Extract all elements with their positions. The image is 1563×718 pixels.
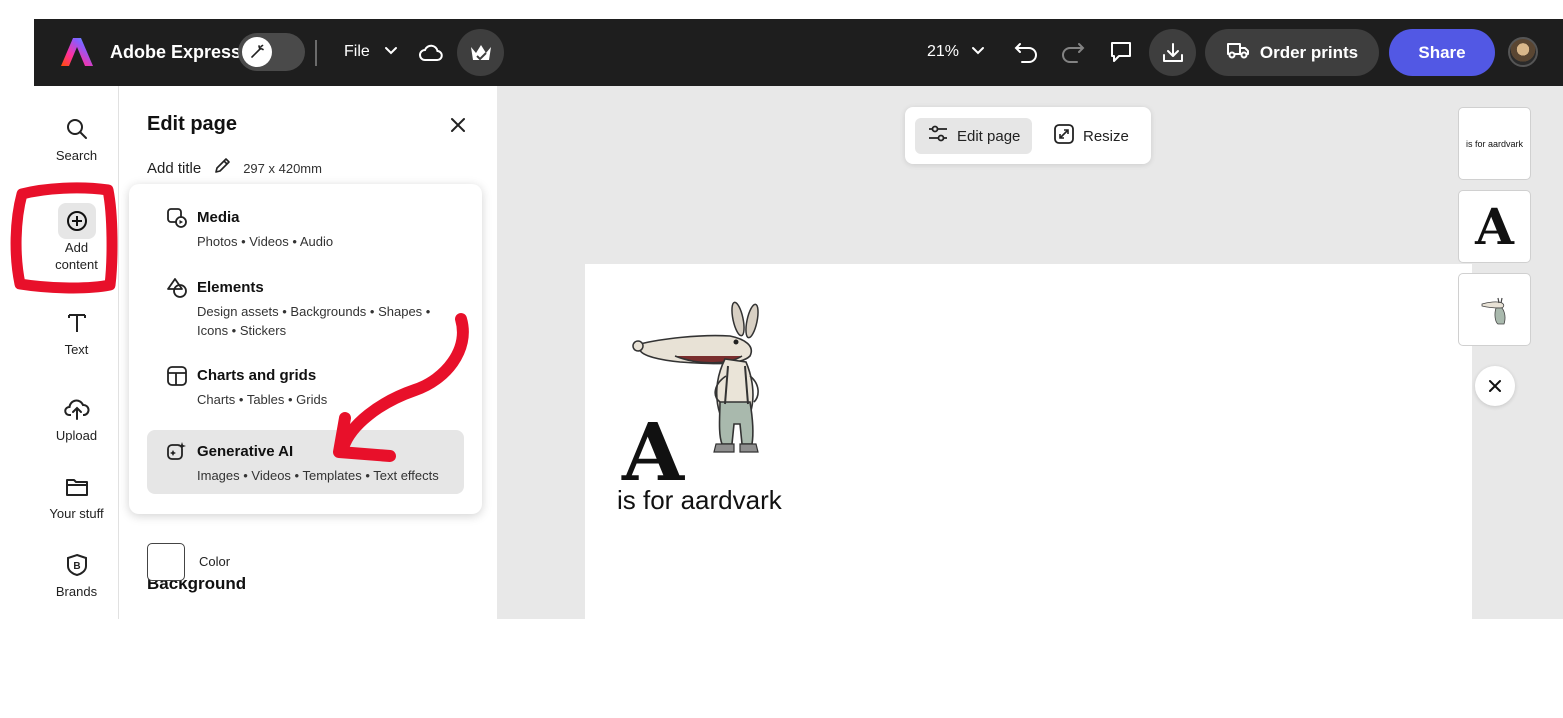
page-toolbar: Edit page Resize xyxy=(905,107,1151,164)
rail-item-text[interactable]: Text xyxy=(34,305,119,358)
close-icon[interactable] xyxy=(1475,366,1515,406)
undo-icon[interactable] xyxy=(1012,38,1040,66)
add-content-menu: Media Photos • Videos • Audio Elements D… xyxy=(129,184,482,514)
order-prints-label: Order prints xyxy=(1259,42,1359,62)
rail-label: Upload xyxy=(55,428,98,443)
resize-label: Resize xyxy=(1083,127,1129,145)
share-button[interactable]: Share xyxy=(1389,29,1495,76)
svg-text:B: B xyxy=(73,561,80,572)
grid-icon xyxy=(165,364,189,388)
edit-page-label: Edit page xyxy=(957,127,1021,145)
panel-title: Edit page xyxy=(147,113,238,135)
background-color-swatch[interactable] xyxy=(147,543,185,581)
menu-item-title: Charts and grids xyxy=(197,367,317,384)
chevron-down-icon xyxy=(384,43,398,61)
menu-item-charts-and-grids[interactable]: Charts and grids Charts • Tables • Grids xyxy=(147,354,464,416)
magic-toggle[interactable] xyxy=(238,33,305,71)
thumbnail-letter: A xyxy=(1475,196,1514,256)
edit-page-button[interactable]: Edit page xyxy=(915,118,1033,154)
rail-label: Your stuff xyxy=(49,506,104,521)
download-icon[interactable] xyxy=(1149,29,1196,76)
layer-thumbnail-text[interactable]: is for aardvark xyxy=(1458,107,1531,180)
media-icon xyxy=(165,206,189,230)
pencil-icon[interactable] xyxy=(213,157,231,179)
chevron-down-icon xyxy=(971,43,985,61)
menu-item-subtitle: Images • Videos • Templates • Text effec… xyxy=(197,468,439,483)
thumbnail-text: is for aardvark xyxy=(1465,138,1524,149)
menu-item-elements[interactable]: Elements Design assets • Backgrounds • S… xyxy=(147,266,464,348)
zoom-level: 21% xyxy=(927,43,960,60)
menu-item-title: Generative AI xyxy=(197,443,294,460)
truck-icon xyxy=(1226,40,1250,65)
rail-item-brands[interactable]: B Brands xyxy=(34,547,119,600)
sparkle-icon xyxy=(165,440,189,464)
folder-icon xyxy=(58,469,96,505)
layer-thumbnail-letter[interactable]: A xyxy=(1458,190,1531,263)
search-icon xyxy=(58,111,96,147)
file-menu[interactable]: File xyxy=(344,41,398,63)
color-label: Color xyxy=(199,554,231,569)
order-prints-button[interactable]: Order prints xyxy=(1205,29,1379,76)
zoom-menu[interactable]: 21% xyxy=(927,41,985,63)
resize-icon xyxy=(1053,123,1075,149)
elements-icon xyxy=(165,276,189,300)
add-title-link[interactable]: Add title xyxy=(147,160,201,177)
comment-icon[interactable] xyxy=(1106,37,1136,67)
redo-icon[interactable] xyxy=(1059,38,1087,66)
rail-label: Add content xyxy=(55,240,98,272)
rail-item-upload[interactable]: Upload xyxy=(34,391,119,444)
rail-item-add-content[interactable]: Add content xyxy=(34,203,119,273)
app-window: Adobe Express File 21% Order prints Shar… xyxy=(34,19,1563,619)
rail-label: Search xyxy=(55,148,98,163)
adobe-express-logo[interactable] xyxy=(60,36,94,68)
left-rail: Search Add content Text Upload Your stuf… xyxy=(34,86,119,619)
top-bar: Adobe Express File 21% Order prints Shar… xyxy=(34,19,1563,86)
menu-item-title: Elements xyxy=(197,279,264,296)
rail-item-your-stuff[interactable]: Your stuff xyxy=(34,469,119,522)
layer-thumbnail-image[interactable] xyxy=(1458,273,1531,346)
menu-item-subtitle: Design assets • Backgrounds • Shapes • I… xyxy=(197,304,431,338)
plus-circle-icon xyxy=(57,203,96,239)
design-page[interactable]: A is for aardvark xyxy=(585,264,1472,619)
file-label: File xyxy=(344,43,370,60)
menu-item-media[interactable]: Media Photos • Videos • Audio xyxy=(147,196,464,258)
page-caption[interactable]: is for aardvark xyxy=(617,485,782,516)
sliders-icon xyxy=(927,124,949,148)
menu-item-generative-ai[interactable]: Generative AI Images • Videos • Template… xyxy=(147,430,464,494)
aardvark-thumbnail-icon xyxy=(1481,297,1505,324)
avatar[interactable] xyxy=(1508,37,1538,67)
upload-cloud-icon xyxy=(58,391,96,427)
rail-item-search[interactable]: Search xyxy=(34,111,119,164)
rail-label: Brands xyxy=(55,584,98,599)
resize-button[interactable]: Resize xyxy=(1041,118,1141,154)
menu-item-subtitle: Charts • Tables • Grids xyxy=(197,392,328,407)
big-letter[interactable]: A xyxy=(622,412,684,492)
rail-label: Text xyxy=(64,342,89,357)
text-icon xyxy=(58,305,96,341)
add-title-row: Add title 297 x 420mm xyxy=(147,157,322,179)
close-icon[interactable] xyxy=(445,112,471,138)
premium-crown-icon[interactable] xyxy=(457,29,504,76)
toolbar-divider xyxy=(315,40,317,66)
magic-wand-icon xyxy=(242,37,272,67)
brand-icon: B xyxy=(58,547,96,583)
app-name: Adobe Express xyxy=(110,41,242,62)
page-size: 297 x 420mm xyxy=(243,160,322,176)
menu-item-title: Media xyxy=(197,209,240,226)
cloud-icon[interactable] xyxy=(418,40,444,66)
menu-item-subtitle: Photos • Videos • Audio xyxy=(197,234,334,249)
